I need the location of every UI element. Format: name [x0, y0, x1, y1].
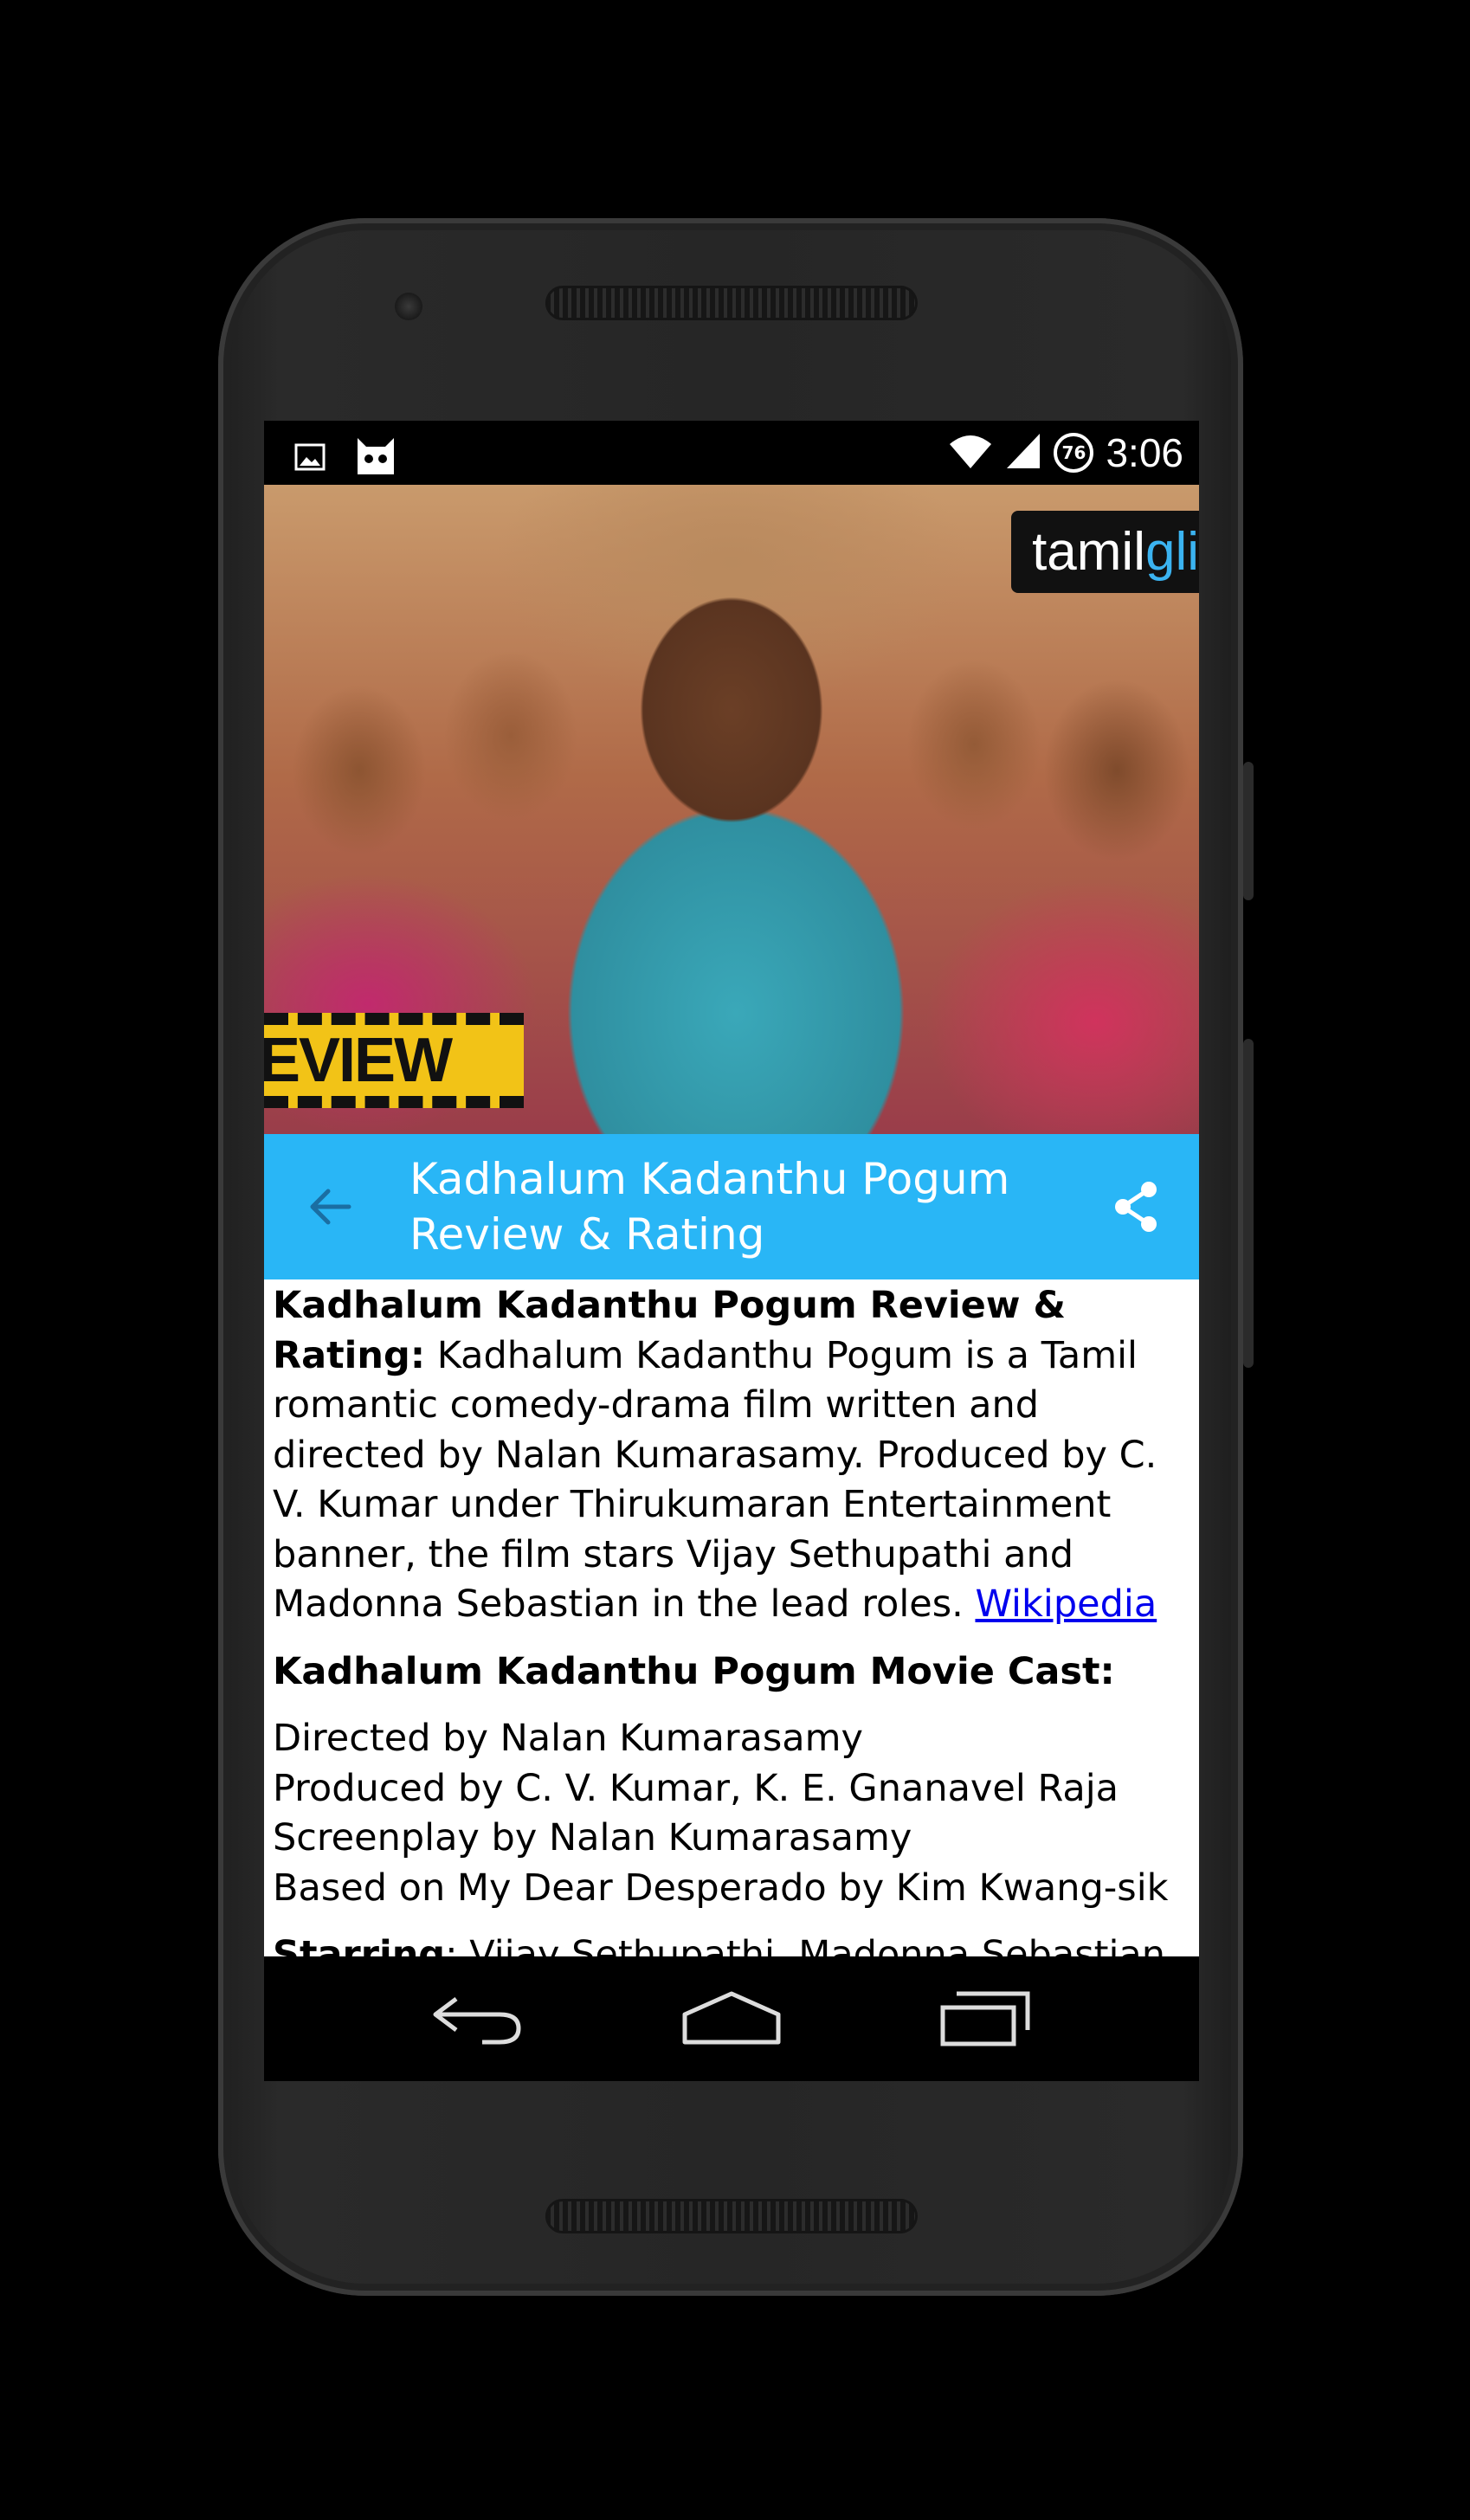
cast-line: Based on My Dear Desperado by Kim Kwang-… [273, 1866, 1169, 1910]
share-icon [1115, 1182, 1157, 1232]
cast-list: Directed by Nalan Kumarasamy Produced by… [273, 1714, 1190, 1913]
screen: 76 3:06 tamilgli EVIEW Kadhalum Kadanthu… [264, 421, 1199, 2081]
image-icon [293, 441, 326, 477]
page-title: Kadhalum Kadanthu Pogum Review & Rating [409, 1154, 1010, 1260]
clock: 3:06 [1106, 430, 1183, 475]
wikipedia-link[interactable]: Wikipedia [975, 1582, 1157, 1626]
cast-line: Produced by C. V. Kumar, K. E. Gnanavel … [273, 1766, 1119, 1810]
intro-paragraph: Kadhalum Kadanthu Pogum Review & Rating:… [273, 1281, 1190, 1630]
power-button [1243, 1039, 1254, 1368]
cast-line: Screenplay by Nalan Kumarasamy [273, 1816, 912, 1859]
app-toolbar: Kadhalum Kadanthu Pogum Review & Rating [264, 1134, 1199, 1279]
volume-button [1243, 762, 1254, 900]
cast-line: Directed by Nalan Kumarasamy [273, 1717, 863, 1760]
nav-home-button[interactable] [671, 1980, 792, 2058]
arrow-left-icon [310, 1189, 351, 1225]
navigation-bar [264, 1956, 1199, 2081]
recents-icon [940, 1991, 1030, 2046]
bottom-speaker [545, 2199, 918, 2233]
article-content[interactable]: Kadhalum Kadanthu Pogum Review & Rating:… [273, 1281, 1190, 1956]
top-speaker [545, 286, 918, 320]
back-nav-icon [433, 1997, 521, 2045]
site-logo: tamilgli [1011, 511, 1199, 593]
status-bar: 76 3:06 [264, 421, 1199, 485]
battery-icon: 76 [1054, 433, 1094, 473]
nav-back-button[interactable] [417, 1980, 538, 2058]
nav-recents-button[interactable] [925, 1980, 1046, 2058]
share-button[interactable] [1106, 1176, 1168, 1238]
back-button[interactable] [299, 1176, 361, 1238]
signal-icon [1005, 432, 1041, 474]
hero-image: tamilgli EVIEW [264, 485, 1199, 1134]
front-camera [395, 293, 422, 320]
starring-label: Starring [273, 1933, 446, 1956]
review-banner: EVIEW [264, 1013, 524, 1108]
wifi-icon [948, 432, 993, 474]
cyanogen-bot-icon [352, 436, 399, 481]
starring-line: Starring: Vijay Sethupathi, Madonna Seba… [273, 1930, 1190, 1956]
home-icon [682, 1991, 781, 2045]
cast-heading: Kadhalum Kadanthu Pogum Movie Cast: [273, 1649, 1115, 1693]
